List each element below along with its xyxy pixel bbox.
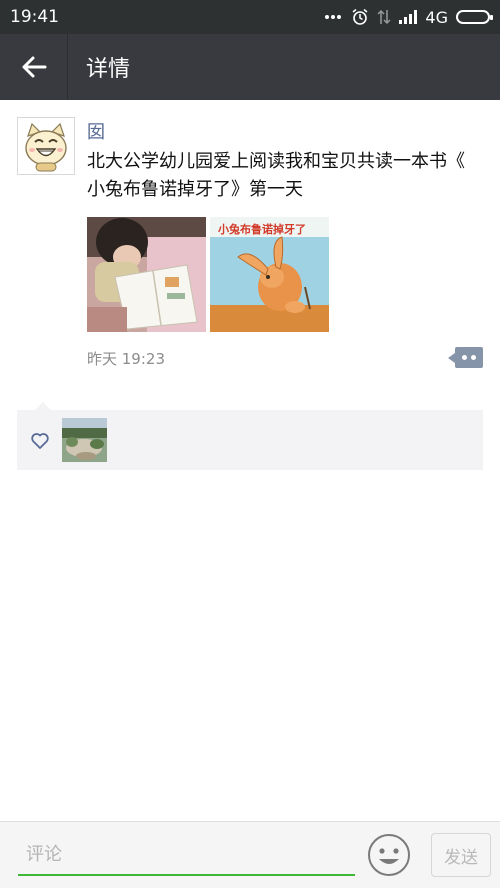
post-photo-book-cover[interactable]: 小兔布鲁诺掉牙了 xyxy=(210,217,329,332)
network-type: 4G xyxy=(425,7,448,27)
more-dots-icon xyxy=(462,355,467,360)
book-cover-title: 小兔布鲁诺掉牙了 xyxy=(217,222,306,236)
battery-icon xyxy=(456,10,493,24)
status-icons: 4G xyxy=(325,7,493,27)
smiley-icon xyxy=(368,834,410,876)
notification-dots-icon xyxy=(325,15,343,19)
alarm-icon xyxy=(351,8,369,26)
child-reading-photo xyxy=(87,217,206,332)
avatar[interactable] xyxy=(17,117,75,175)
user-name[interactable]: 囡 xyxy=(87,118,105,144)
post-text: 北大公学幼儿园爱上阅读我和宝贝共读一本书《 小兔布鲁诺掉牙了》第一天 xyxy=(87,151,465,200)
send-button[interactable]: 发送 xyxy=(431,833,491,877)
post-photo-reading[interactable] xyxy=(87,217,206,332)
cat-avatar-icon xyxy=(18,118,74,174)
book-cover-photo: 小兔布鲁诺掉牙了 xyxy=(210,217,329,332)
arrow-left-icon xyxy=(22,56,46,78)
likes-section xyxy=(17,402,483,470)
heart-icon xyxy=(31,433,49,449)
page-title: 详情 xyxy=(86,57,131,82)
status-time: 19:41 xyxy=(10,7,59,27)
back-button[interactable] xyxy=(0,34,68,100)
liker-avatar[interactable] xyxy=(62,418,107,462)
status-bar: 19:41 4G xyxy=(0,0,500,34)
comment-options-button[interactable] xyxy=(448,347,483,368)
emoji-button[interactable] xyxy=(367,833,411,877)
data-transfer-icon xyxy=(377,9,391,25)
signal-icon xyxy=(399,10,418,24)
comment-input[interactable] xyxy=(18,834,355,876)
garden-photo-avatar xyxy=(62,418,107,462)
title-bar: 详情 xyxy=(0,34,500,100)
comment-input-bar: 发送 xyxy=(0,821,500,888)
post-timestamp: 昨天 19:23 xyxy=(87,350,165,368)
